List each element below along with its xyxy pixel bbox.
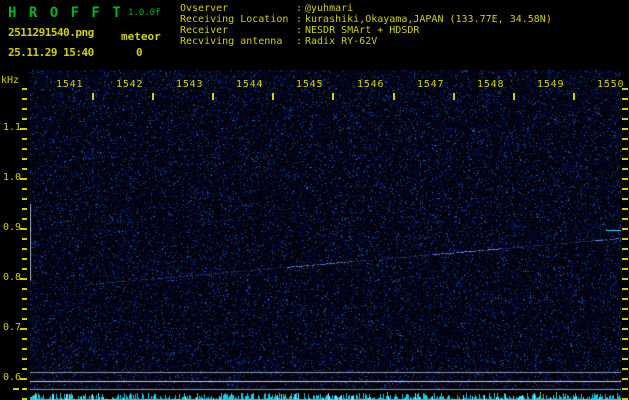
freq-minor-tick — [22, 158, 27, 160]
info-label: Ovserver — [180, 3, 296, 14]
freq-major-tick — [20, 178, 27, 180]
freq-minor-tick — [22, 338, 27, 340]
freq-minor-tick — [22, 148, 27, 150]
freq-minor-tick — [22, 298, 27, 300]
right-minor-tick — [622, 268, 628, 270]
freq-minor-tick — [22, 288, 27, 290]
right-minor-tick — [622, 178, 628, 180]
freq-minor-tick — [22, 138, 27, 140]
app-version: 1.0.0f — [128, 8, 161, 18]
right-minor-tick — [622, 108, 628, 110]
freq-minor-tick — [22, 208, 27, 210]
info-separator: : — [296, 36, 305, 47]
observer-info: Ovserver:@yuhmari Receiving Location:kur… — [180, 3, 552, 47]
freq-minor-tick — [22, 258, 27, 260]
freq-minor-tick — [22, 188, 27, 190]
info-separator: : — [296, 3, 305, 14]
baseline-marker — [13, 388, 19, 390]
freq-tick-label: 1.1 — [3, 122, 21, 134]
right-minor-tick — [622, 338, 628, 340]
info-row-observer: Ovserver:@yuhmari — [180, 3, 552, 14]
info-value: @yuhmari — [305, 3, 353, 14]
right-minor-tick — [622, 328, 628, 330]
right-minor-tick — [622, 288, 628, 290]
hrofft-window: H R O F F T 1.0.0f 2511291540.png meteor… — [0, 0, 629, 400]
freq-minor-tick — [22, 168, 27, 170]
freq-major-tick — [20, 128, 27, 130]
right-minor-tick — [622, 378, 628, 380]
right-minor-tick — [622, 208, 628, 210]
info-label: Receiver — [180, 25, 296, 36]
right-minor-tick — [622, 188, 628, 190]
right-minor-tick — [622, 198, 628, 200]
freq-minor-tick — [22, 248, 27, 250]
right-minor-tick — [622, 228, 628, 230]
right-minor-tick — [622, 248, 628, 250]
right-minor-tick — [622, 148, 628, 150]
right-minor-tick — [622, 308, 628, 310]
freq-tick-label: 0.6 — [3, 372, 21, 384]
freq-major-tick — [20, 228, 27, 230]
freq-major-tick — [20, 378, 27, 380]
freq-tick-label: 1.0 — [3, 172, 21, 184]
right-minor-tick — [622, 88, 628, 90]
freq-major-tick — [20, 278, 27, 280]
info-row-location: Receiving Location:kurashiki,Okayama,JAP… — [180, 14, 552, 25]
freq-minor-tick — [22, 368, 27, 370]
freq-minor-tick — [22, 318, 27, 320]
freq-minor-tick — [22, 238, 27, 240]
right-minor-tick — [622, 258, 628, 260]
freq-minor-tick — [22, 118, 27, 120]
info-label: Recviving antenna — [180, 36, 296, 47]
right-minor-tick — [622, 318, 628, 320]
info-row-antenna: Recviving antenna:Radix RY-62V — [180, 36, 552, 47]
spectrogram-canvas — [30, 70, 621, 400]
freq-minor-tick — [22, 388, 27, 390]
freq-minor-tick — [22, 358, 27, 360]
right-minor-tick — [622, 168, 628, 170]
freq-minor-tick — [22, 88, 27, 90]
freq-minor-tick — [22, 308, 27, 310]
output-filename: 2511291540.png — [8, 26, 94, 39]
freq-minor-tick — [22, 98, 27, 100]
info-value: kurashiki,Okayama,JAPAN (133.77E, 34.58N… — [305, 14, 552, 25]
right-minor-tick — [622, 298, 628, 300]
right-minor-tick — [622, 128, 628, 130]
frequency-unit-label: kHz — [1, 75, 19, 86]
right-minor-tick — [622, 98, 628, 100]
info-separator: : — [296, 25, 305, 36]
freq-tick-label: 0.8 — [3, 272, 21, 284]
right-minor-tick — [622, 118, 628, 120]
right-minor-tick — [622, 158, 628, 160]
right-minor-tick — [622, 218, 628, 220]
right-minor-tick — [622, 278, 628, 280]
freq-tick-label: 0.7 — [3, 322, 21, 334]
info-row-receiver: Receiver:NESDR SMArt + HDSDR — [180, 25, 552, 36]
right-minor-tick — [622, 368, 628, 370]
meteor-count-value: 0 — [136, 46, 143, 59]
right-minor-tick — [622, 138, 628, 140]
info-value: Radix RY-62V — [305, 36, 377, 47]
app-title: H R O F F T — [8, 5, 123, 21]
info-label: Receiving Location — [180, 14, 296, 25]
freq-tick-label: 0.9 — [3, 222, 21, 234]
right-minor-tick — [622, 238, 628, 240]
right-minor-tick — [622, 358, 628, 360]
freq-minor-tick — [22, 218, 27, 220]
freq-major-tick — [20, 328, 27, 330]
meteor-count-label: meteor — [121, 30, 161, 43]
right-minor-tick — [622, 348, 628, 350]
right-minor-tick — [622, 388, 628, 390]
freq-minor-tick — [22, 108, 27, 110]
current-datetime: 25.11.29 15:40 — [8, 46, 94, 59]
info-separator: : — [296, 14, 305, 25]
freq-minor-tick — [22, 268, 27, 270]
info-value: NESDR SMArt + HDSDR — [305, 25, 419, 36]
freq-minor-tick — [22, 348, 27, 350]
freq-minor-tick — [22, 198, 27, 200]
